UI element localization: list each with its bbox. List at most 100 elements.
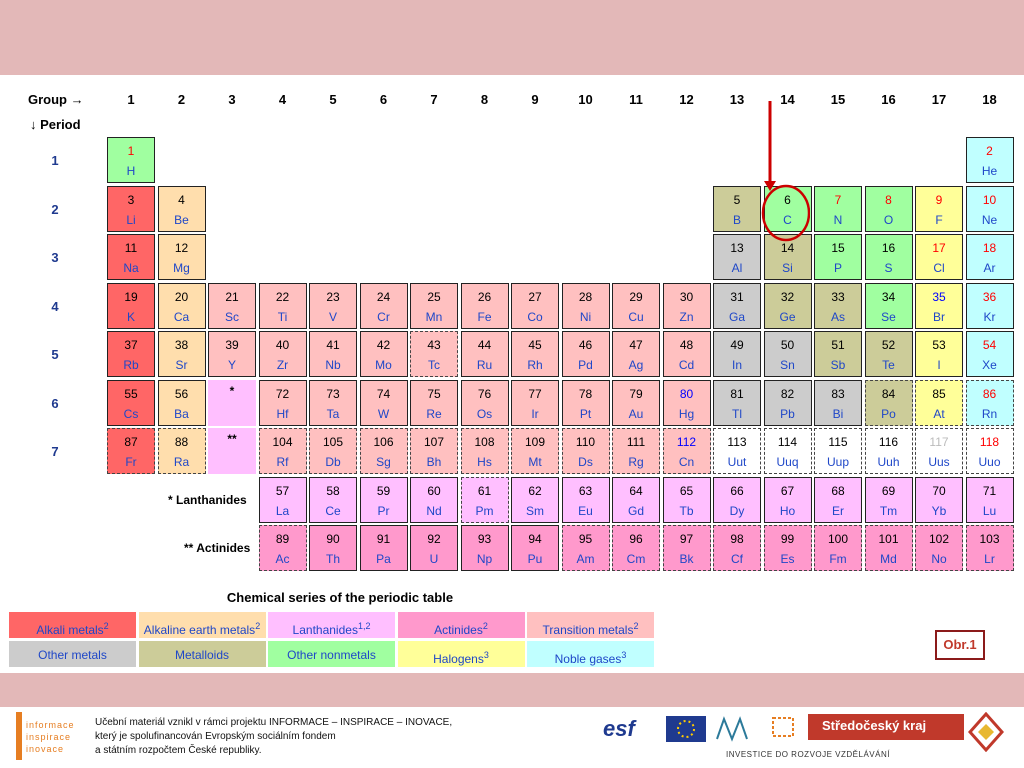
element-cell-n[interactable]: 7N [814,185,862,232]
element-cell-he[interactable]: 2 He [965,137,1014,183]
element-cell-ir[interactable]: 77 Ir [511,379,559,426]
element-cell-cs[interactable]: 55 Cs [107,379,155,426]
element-cell-au[interactable]: 79 Au [612,379,660,426]
element-cell-ce[interactable]: 58 Ce [309,477,357,523]
element-cell-ca[interactable]: 20 Ca [157,282,206,329]
element-cell-in[interactable]: 49 In [713,331,761,377]
element-cell-zr[interactable]: 40 Zr [258,331,307,377]
element-cell-hf[interactable]: 72 Hf [258,379,307,426]
element-cell-u[interactable]: 92 U [410,525,458,571]
element-cell-ne[interactable]: 10 Ne [965,185,1014,232]
element-cell-p[interactable]: 15 P [814,234,862,280]
element-cell-bh[interactable]: 107 Bh [410,428,458,474]
element-cell-re[interactable]: 75 Re [410,379,458,426]
element-cell-ni[interactable]: 28 Ni [561,282,610,329]
element-cell-er[interactable]: 68 Er [814,477,862,523]
element-cell-dy[interactable]: 66 Dy [713,477,761,523]
element-cell-rh[interactable]: 45 Rh [511,331,559,377]
element-cell-md[interactable]: 101 Md [864,525,913,571]
element-cell-ba[interactable]: 56 Ba [157,379,206,426]
element-cell-cr[interactable]: 24 Cr [359,282,408,329]
element-cell-pd[interactable]: 46 Pd [561,331,610,377]
element-cell-tl[interactable]: 81 Tl [713,379,761,426]
element-cell-ti[interactable]: 22 Ti [258,282,307,329]
element-cell-hs[interactable]: 108 Hs [460,428,509,474]
element-cell-zn[interactable]: 30 Zn [662,282,711,329]
element-cell-rg[interactable]: 111 Rg [612,428,660,474]
element-cell-uuq[interactable]: 114 Uuq [763,428,812,474]
element-cell-os[interactable]: 76 Os [460,379,509,426]
element-cell-sr[interactable]: 38 Sr [157,331,206,377]
element-cell-s[interactable]: 16 S [864,234,913,280]
element-cell-k[interactable]: 19 K [107,282,155,329]
element-cell-uuo[interactable]: 118 Uuo [965,428,1014,474]
element-cell-te[interactable]: 52 Te [864,331,913,377]
element-cell-uuh[interactable]: 116 Uuh [864,428,913,474]
element-cell-pm[interactable]: 61 Pm [460,477,509,523]
element-cell-be[interactable]: 4 Be [157,185,206,232]
element-cell-tm[interactable]: 69 Tm [864,477,913,523]
element-cell-hg[interactable]: 80 Hg [662,379,711,426]
element-cell-ar[interactable]: 18 Ar [965,234,1014,280]
element-cell-ho[interactable]: 67 Ho [763,477,812,523]
element-cell-ra[interactable]: 88 Ra [157,428,206,474]
element-cell-bi[interactable]: 83 Bi [814,379,862,426]
element-cell-sc[interactable]: 21 Sc [208,282,256,329]
element-cell-rb[interactable]: 37 Rb [107,331,155,377]
element-cell-es[interactable]: 99 Es [763,525,812,571]
element-cell-sb[interactable]: 51 Sb [814,331,862,377]
element-cell-rf[interactable]: 104 Rf [258,428,307,474]
element-cell-cn[interactable]: 112 Cn [662,428,711,474]
element-cell-sm[interactable]: 62 Sm [511,477,559,523]
element-cell-lu[interactable]: 71 Lu [965,477,1014,523]
element-cell-i[interactable]: 53 I [915,331,963,377]
element-cell-cu[interactable]: 29 Cu [612,282,660,329]
element-cell-tc[interactable]: 43 Tc [410,331,458,377]
element-cell-th[interactable]: 90 Th [309,525,357,571]
element-cell-uup[interactable]: 115 Uup [814,428,862,474]
element-cell-yb[interactable]: 70 Yb [915,477,963,523]
element-cell-at[interactable]: 85 At [915,379,963,426]
element-cell-bk[interactable]: 97 Bk [662,525,711,571]
element-cell-br[interactable]: 35 Br [915,282,963,329]
element-cell-w[interactable]: 74 W [359,379,408,426]
element-cell-as[interactable]: 33 As [814,282,862,329]
element-cell-cm[interactable]: 96 Cm [612,525,660,571]
element-cell-eu[interactable]: 63 Eu [561,477,610,523]
element-cell-db[interactable]: 105 Db [309,428,357,474]
element-cell-sn[interactable]: 50 Sn [763,331,812,377]
element-cell-ru[interactable]: 44 Ru [460,331,509,377]
element-cell-tb[interactable]: 65 Tb [662,477,711,523]
element-cell-sg[interactable]: 106 Sg [359,428,408,474]
element-cell-la[interactable]: 57 La [258,477,307,523]
element-cell-v[interactable]: 23 V [309,282,357,329]
element-cell-rn[interactable]: 86 Rn [965,379,1014,426]
element-cell-pr[interactable]: 59 Pr [359,477,408,523]
element-cell-ge[interactable]: 32 Ge [763,282,812,329]
element-cell-mn[interactable]: 25 Mn [410,282,458,329]
element-cell-mt[interactable]: 109 Mt [511,428,559,474]
element-cell-fe[interactable]: 26 Fe [460,282,509,329]
element-cell-f[interactable]: 9F [915,185,963,232]
element-cell-xe[interactable]: 54 Xe [965,331,1014,377]
element-cell-kr[interactable]: 36 Kr [965,282,1014,329]
element-cell-po[interactable]: 84 Po [864,379,913,426]
element-cell-ag[interactable]: 47 Ag [612,331,660,377]
element-cell-cd[interactable]: 48 Cd [662,331,711,377]
element-cell-ga[interactable]: 31 Ga [713,282,761,329]
element-cell-cf[interactable]: 98 Cf [713,525,761,571]
element-cell-pu[interactable]: 94 Pu [511,525,559,571]
element-cell-fr[interactable]: 87 Fr [107,428,155,474]
element-cell-y[interactable]: 39 Y [208,331,256,377]
element-cell-np[interactable]: 93 Np [460,525,509,571]
element-cell-pa[interactable]: 91 Pa [359,525,408,571]
element-cell-no[interactable]: 102 No [915,525,963,571]
element-cell-fm[interactable]: 100 Fm [814,525,862,571]
element-cell-pb[interactable]: 82 Pb [763,379,812,426]
element-cell-na[interactable]: 11 Na [107,234,155,280]
element-cell-co[interactable]: 27 Co [511,282,559,329]
element-cell-ta[interactable]: 73 Ta [309,379,357,426]
element-cell-uut[interactable]: 113 Uut [713,428,761,474]
element-cell-nb[interactable]: 41 Nb [309,331,357,377]
element-cell-am[interactable]: 95 Am [561,525,610,571]
